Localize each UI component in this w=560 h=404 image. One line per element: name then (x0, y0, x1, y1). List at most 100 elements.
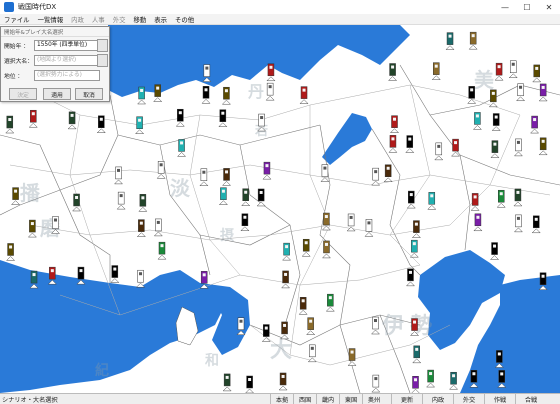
castle-banner[interactable] (203, 64, 211, 77)
castle-banner[interactable] (539, 137, 547, 151)
castle-banner[interactable] (539, 272, 547, 285)
castle-banner[interactable] (389, 63, 396, 76)
castle-banner[interactable] (389, 135, 397, 148)
castle-banner[interactable] (391, 115, 398, 128)
castle-banner[interactable] (115, 166, 122, 180)
castle-banner[interactable] (531, 115, 538, 129)
castle-banner[interactable] (532, 215, 540, 229)
castle-banner[interactable] (200, 168, 208, 181)
castle-banner[interactable] (470, 369, 478, 383)
castle-banner[interactable] (412, 376, 419, 389)
castle-banner[interactable] (490, 89, 497, 103)
castle-banner[interactable] (372, 167, 379, 181)
castle-banner[interactable] (539, 83, 547, 97)
castle-banner[interactable] (408, 190, 415, 204)
menu-diplomacy[interactable]: 外交 (109, 15, 130, 24)
daimyo-field[interactable]: (地図より選択) (34, 55, 100, 66)
castle-banner[interactable] (307, 317, 314, 330)
castle-banner[interactable] (497, 189, 505, 203)
castle-banner[interactable] (138, 219, 145, 232)
castle-banner[interactable] (384, 164, 392, 178)
castle-banner[interactable] (411, 318, 418, 331)
castle-banner[interactable] (471, 193, 479, 206)
castle-banner[interactable] (347, 213, 355, 227)
menu-view[interactable]: 表示 (150, 15, 171, 24)
maximize-button[interactable]: ☐ (516, 0, 538, 14)
decide-button[interactable]: 決定 (9, 88, 37, 100)
castle-banner[interactable] (474, 213, 482, 227)
castle-banner[interactable] (300, 86, 308, 99)
castle-banner[interactable] (498, 370, 505, 383)
castle-banner[interactable] (372, 374, 380, 388)
castle-banner[interactable] (29, 219, 36, 233)
castle-banner[interactable] (98, 115, 105, 128)
castle-banner[interactable] (321, 164, 329, 177)
castle-banner[interactable] (433, 62, 440, 75)
castle-banner[interactable] (282, 270, 289, 284)
castle-banner[interactable] (413, 220, 420, 233)
castle-banner[interactable] (242, 188, 249, 201)
position-field[interactable]: (選択勢力による) (34, 70, 100, 81)
cancel-button[interactable]: 取消 (75, 88, 103, 100)
castle-banner[interactable] (365, 219, 373, 232)
castle-banner[interactable] (7, 243, 14, 256)
start-year-select[interactable]: 1550年 (四季単位) (34, 40, 100, 51)
castle-banner[interactable] (138, 86, 145, 100)
castle-banner[interactable] (491, 242, 498, 255)
castle-banner[interactable] (237, 317, 245, 330)
castle-banner[interactable] (246, 375, 253, 389)
castle-banner[interactable] (323, 212, 330, 226)
castle-banner[interactable] (266, 82, 274, 96)
castle-banner[interactable] (406, 135, 414, 148)
castle-banner[interactable] (279, 372, 287, 386)
castle-banner[interactable] (73, 193, 80, 207)
castle-banner[interactable] (157, 161, 165, 174)
castle-banner[interactable] (137, 269, 144, 283)
castle-banner[interactable] (309, 344, 316, 358)
castle-banner[interactable] (533, 64, 540, 78)
castle-banner[interactable] (263, 161, 271, 175)
castle-banner[interactable] (491, 140, 499, 153)
castle-banner[interactable] (263, 324, 270, 337)
castle-banner[interactable] (469, 31, 477, 45)
castle-banner[interactable] (154, 84, 161, 97)
castle-banner[interactable] (468, 86, 475, 99)
castle-banner[interactable] (49, 266, 56, 280)
castle-banner[interactable] (223, 86, 230, 100)
menu-domestic[interactable]: 内政 (67, 15, 88, 24)
castle-banner[interactable] (517, 83, 524, 97)
castle-banner[interactable] (495, 62, 503, 76)
castle-banner[interactable] (450, 371, 457, 385)
castle-banner[interactable] (30, 109, 37, 123)
castle-banner[interactable] (68, 111, 76, 125)
menu-file[interactable]: ファイル (0, 15, 34, 24)
menu-move[interactable]: 移動 (129, 15, 150, 24)
castle-banner[interactable] (515, 214, 522, 228)
castle-banner[interactable] (12, 187, 19, 200)
castle-banner[interactable] (220, 187, 227, 200)
castle-banner[interactable] (435, 142, 443, 156)
menu-personnel[interactable]: 人事 (88, 15, 109, 24)
castle-banner[interactable] (281, 321, 288, 335)
daimyo-spin-button[interactable] (97, 54, 108, 67)
castle-banner[interactable] (514, 188, 522, 202)
castle-banner[interactable] (30, 270, 38, 284)
castle-banner[interactable] (496, 350, 503, 363)
apply-button[interactable]: 適用 (43, 88, 71, 100)
castle-banner[interactable] (6, 115, 14, 129)
castle-banner[interactable] (323, 240, 330, 254)
castle-banner[interactable] (223, 168, 230, 181)
castle-banner[interactable] (178, 139, 185, 152)
castle-banner[interactable] (202, 86, 210, 99)
castle-banner[interactable] (223, 373, 231, 387)
castle-banner[interactable] (200, 271, 208, 284)
castle-banner[interactable] (515, 138, 522, 152)
castle-banner[interactable] (407, 268, 414, 282)
castle-banner[interactable] (427, 369, 434, 383)
castle-banner[interactable] (348, 348, 356, 361)
castle-banner[interactable] (77, 266, 85, 280)
castle-banner[interactable] (411, 239, 418, 253)
castle-banner[interactable] (219, 109, 227, 122)
close-button[interactable]: ✕ (538, 0, 560, 14)
castle-banner[interactable] (452, 138, 459, 152)
